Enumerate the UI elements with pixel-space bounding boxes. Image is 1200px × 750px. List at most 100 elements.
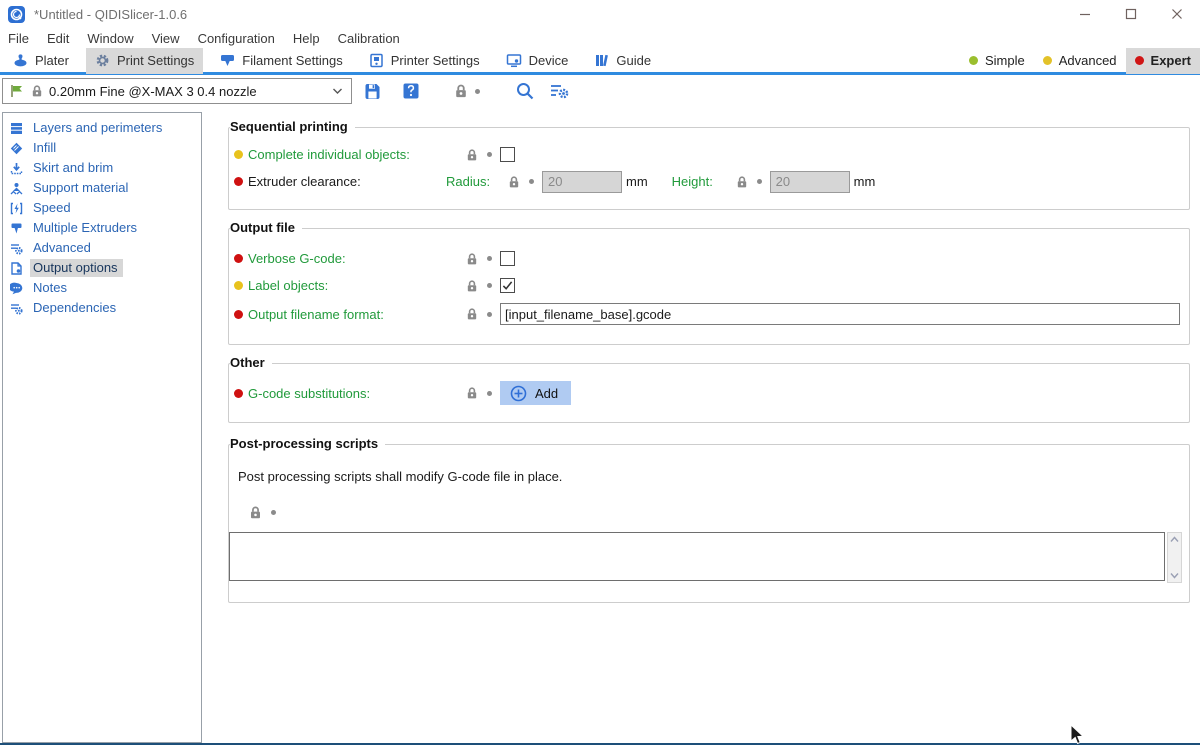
window-bottom-border xyxy=(0,743,1200,745)
menu-view[interactable]: View xyxy=(143,31,189,46)
output-file-icon xyxy=(10,262,23,275)
title-bar: *Untitled - QIDISlicer-1.0.6 xyxy=(0,0,1200,28)
layers-icon xyxy=(10,122,23,135)
sidebar-item-layers-and-perimeters[interactable]: Layers and perimeters xyxy=(3,118,201,138)
simple-mode-dot-icon xyxy=(969,56,978,65)
tab-label: Guide xyxy=(616,53,651,68)
menu-calibration[interactable]: Calibration xyxy=(329,31,409,46)
lock-preset-indicator[interactable] xyxy=(454,83,468,99)
sidebar-item-support-material[interactable]: Support material xyxy=(3,178,201,198)
qidislicer-window: { "colors": { "accent_blue": "#2f8be0", … xyxy=(0,0,1200,750)
plater-icon xyxy=(13,53,28,68)
tab-label: Plater xyxy=(35,53,69,68)
revert-dot-icon xyxy=(529,179,534,184)
maximize-button[interactable] xyxy=(1108,0,1154,28)
menu-configuration[interactable]: Configuration xyxy=(189,31,284,46)
search-icon xyxy=(515,81,535,101)
post-processing-script-textarea[interactable] xyxy=(229,532,1165,581)
option-label: Complete individual objects: xyxy=(248,147,466,162)
scroll-up-icon[interactable] xyxy=(1170,536,1179,543)
label-objects-checkbox[interactable] xyxy=(500,278,515,293)
maximize-icon xyxy=(1125,8,1137,20)
sidebar-item-label: Layers and perimeters xyxy=(30,119,167,137)
lock-icon xyxy=(466,386,478,400)
sidebar-item-label: Notes xyxy=(30,279,72,297)
revert-dot-icon xyxy=(487,283,492,288)
advanced-mode-dot-icon xyxy=(1043,56,1052,65)
expert-bullet-icon xyxy=(234,254,243,263)
complete-individual-objects-checkbox[interactable] xyxy=(500,147,515,162)
close-button[interactable] xyxy=(1154,0,1200,28)
output-filename-format-input[interactable] xyxy=(500,303,1180,325)
dependencies-gear-icon xyxy=(10,302,23,315)
mode-label: Simple xyxy=(985,53,1025,68)
tab-guide[interactable]: Guide xyxy=(585,48,660,74)
expert-bullet-icon xyxy=(234,177,243,186)
mode-simple[interactable]: Simple xyxy=(960,48,1034,74)
settings-overview-button[interactable] xyxy=(549,82,569,100)
add-substitution-button[interactable]: Add xyxy=(500,381,571,405)
sidebar-item-multiple-extruders[interactable]: Multiple Extruders xyxy=(3,218,201,238)
tab-printer-settings[interactable]: Printer Settings xyxy=(360,48,489,74)
guide-icon xyxy=(594,53,609,68)
section-output-file: Output file Verbose G-code: Label object… xyxy=(228,228,1190,345)
expert-bullet-icon xyxy=(234,310,243,319)
sidebar-item-dependencies[interactable]: Dependencies xyxy=(3,298,201,318)
lock-icon xyxy=(466,252,478,266)
tab-device[interactable]: Device xyxy=(497,48,578,74)
advanced-gear-icon xyxy=(10,242,23,255)
add-button-label: Add xyxy=(535,386,558,401)
save-preset-button[interactable] xyxy=(363,82,382,101)
window-controls xyxy=(1062,0,1200,28)
option-row-gcode-substitutions: G-code substitutions: Add xyxy=(229,378,1189,408)
sidebar-item-output-options[interactable]: Output options xyxy=(3,258,201,278)
textarea-scrollbar[interactable] xyxy=(1167,532,1182,583)
minimize-button[interactable] xyxy=(1062,0,1108,28)
extruder-clearance-radius-input[interactable]: 20 xyxy=(542,171,622,193)
section-title: Sequential printing xyxy=(230,119,355,134)
search-button[interactable] xyxy=(515,81,535,101)
preset-name: 0.20mm Fine @X-MAX 3 0.4 nozzle xyxy=(49,84,326,99)
menu-edit[interactable]: Edit xyxy=(38,31,78,46)
tab-print-settings[interactable]: Print Settings xyxy=(86,48,203,74)
sidebar-item-advanced[interactable]: Advanced xyxy=(3,238,201,258)
save-icon xyxy=(363,82,382,101)
extruder-clearance-height-input[interactable]: 20 xyxy=(770,171,850,193)
scroll-down-icon[interactable] xyxy=(1170,572,1179,579)
notes-icon xyxy=(10,282,23,295)
advanced-bullet-icon xyxy=(234,150,243,159)
menu-file[interactable]: File xyxy=(8,31,38,46)
tab-label: Print Settings xyxy=(117,53,194,68)
sidebar-item-label: Multiple Extruders xyxy=(30,219,142,237)
preset-toolbar: 0.20mm Fine @X-MAX 3 0.4 nozzle xyxy=(0,75,1200,107)
radius-label: Radius: xyxy=(446,174,508,189)
expert-bullet-icon xyxy=(234,389,243,398)
mode-advanced[interactable]: Advanced xyxy=(1034,48,1126,74)
mode-expert[interactable]: Expert xyxy=(1126,48,1200,74)
extruders-icon xyxy=(10,222,23,235)
compare-presets-button[interactable] xyxy=(402,82,420,100)
sidebar-item-label: Support material xyxy=(30,179,133,197)
tab-label: Device xyxy=(529,53,569,68)
support-icon xyxy=(10,182,23,195)
sidebar-item-label: Advanced xyxy=(30,239,96,257)
sidebar-item-speed[interactable]: Speed xyxy=(3,198,201,218)
menu-window[interactable]: Window xyxy=(78,31,142,46)
post-processing-script-field xyxy=(229,532,1189,583)
sidebar-item-infill[interactable]: Infill xyxy=(3,138,201,158)
sidebar-item-skirt-and-brim[interactable]: Skirt and brim xyxy=(3,158,201,178)
tab-filament-settings[interactable]: Filament Settings xyxy=(211,48,351,74)
print-settings-output-options-page: Sequential printing Complete individual … xyxy=(228,112,1190,603)
gear-icon xyxy=(95,53,110,68)
revert-dot-icon xyxy=(487,256,492,261)
sidebar-item-label: Skirt and brim xyxy=(30,159,118,177)
post-processing-description: Post processing scripts shall modify G-c… xyxy=(229,469,1189,484)
radius-unit: mm xyxy=(626,174,648,189)
verbose-gcode-checkbox[interactable] xyxy=(500,251,515,266)
lock-icon xyxy=(736,175,748,189)
tab-plater[interactable]: Plater xyxy=(4,48,78,74)
sidebar-item-notes[interactable]: Notes xyxy=(3,278,201,298)
preset-combobox[interactable]: 0.20mm Fine @X-MAX 3 0.4 nozzle xyxy=(2,78,352,104)
lock-icon xyxy=(31,84,43,98)
menu-help[interactable]: Help xyxy=(284,31,329,46)
